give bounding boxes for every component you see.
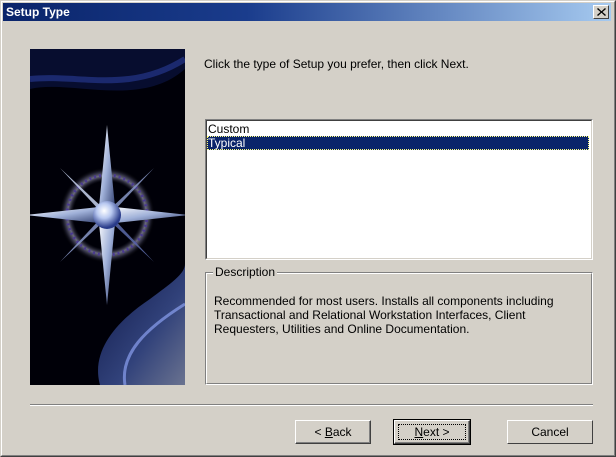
button-separator (30, 404, 593, 406)
description-legend: Description (213, 265, 278, 279)
compass-star-icon (30, 49, 185, 385)
back-button[interactable]: < Back (295, 420, 371, 444)
back-button-bevel (296, 421, 370, 443)
setup-option-typical[interactable]: Typical (207, 136, 589, 150)
setup-type-listbox[interactable]: Custom Typical (205, 119, 593, 260)
next-button[interactable]: Next > (393, 419, 471, 445)
title-bar[interactable]: Setup Type (3, 3, 611, 21)
setup-banner-image (30, 49, 185, 385)
setup-option-custom[interactable]: Custom (207, 122, 589, 136)
instruction-text: Click the type of Setup you prefer, then… (204, 57, 469, 71)
description-text: Recommended for most users. Installs all… (214, 294, 554, 336)
window-title: Setup Type (6, 5, 70, 19)
cancel-button[interactable]: Cancel (507, 420, 593, 444)
setup-type-dialog: Setup Type Click the type of Setup you p… (0, 0, 616, 457)
next-button-bevel (395, 421, 469, 443)
close-icon (596, 8, 606, 16)
close-button[interactable] (593, 5, 609, 19)
